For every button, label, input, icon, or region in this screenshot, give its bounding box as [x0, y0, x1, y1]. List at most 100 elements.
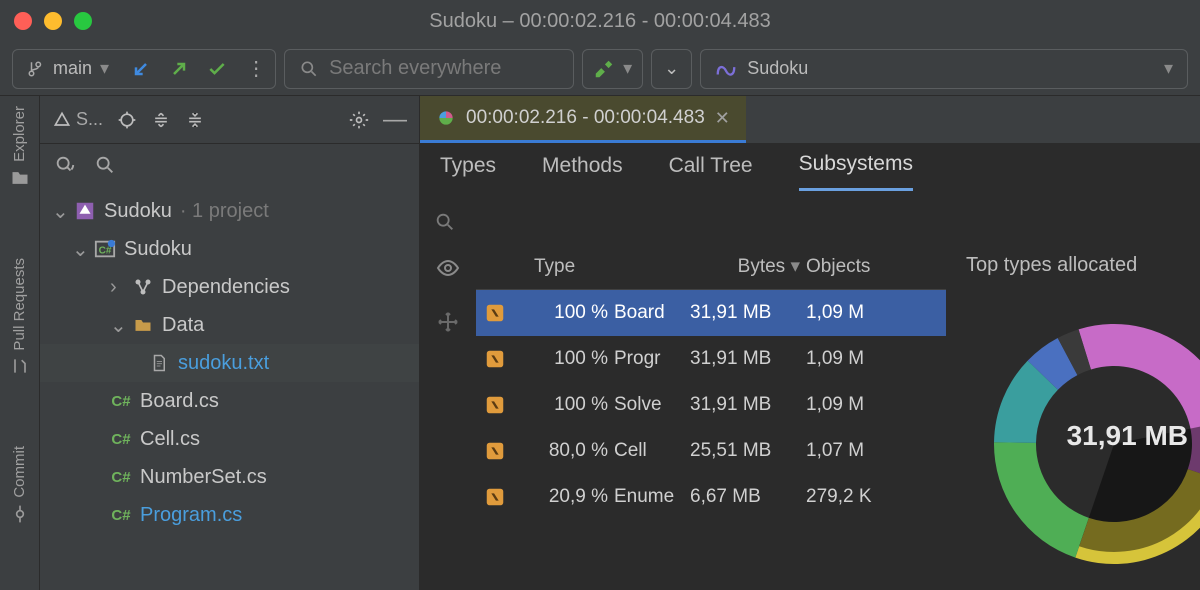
table-header: Type Bytes ▾ Objects [476, 244, 946, 290]
file-cell-cs[interactable]: C# Cell.cs [40, 420, 419, 458]
solution-name: Sudoku [104, 200, 172, 223]
vcs-more-button[interactable]: ⋮ [237, 52, 273, 86]
namespace-icon [484, 302, 528, 324]
run-group: ▾ [582, 49, 643, 89]
row-name: Progr [614, 348, 684, 370]
row-name: Solve [614, 394, 684, 416]
window-controls [14, 12, 92, 30]
file-numberset-cs[interactable]: C# NumberSet.cs [40, 458, 419, 496]
file-sudoku-txt[interactable]: sudoku.txt [40, 344, 419, 382]
rail-tab-explorer[interactable]: Explorer [11, 106, 28, 162]
file-program-cs[interactable]: C# Program.cs [40, 496, 419, 534]
search-icon[interactable] [94, 154, 116, 176]
vcs-group: main ▾ ⋮ [12, 49, 276, 89]
csharp-file-icon: C# [110, 466, 132, 488]
rail-tab-pull-requests[interactable]: Pull Requests [11, 258, 28, 351]
commit-icon [10, 504, 30, 524]
tab-call-tree[interactable]: Call Tree [669, 154, 753, 190]
eye-icon[interactable] [436, 256, 460, 280]
solution-tree: ⌄ Sudoku · 1 project ⌄ C# Sudoku › Dep [40, 186, 419, 540]
table-row[interactable]: 20,9 %Enume6,67 MB279,2 K [476, 474, 946, 520]
zoom-window-button[interactable] [74, 12, 92, 30]
sync-icon[interactable] [54, 154, 76, 176]
table-row[interactable]: 100 %Solve31,91 MB1,09 M [476, 382, 946, 428]
row-percent: 100 % [534, 348, 608, 370]
chevron-down-icon[interactable]: ▾ [623, 58, 632, 79]
solution-node[interactable]: ⌄ Sudoku · 1 project [40, 192, 419, 230]
file-label: sudoku.txt [178, 352, 269, 375]
allocation-table: Type Bytes ▾ Objects 100 %Board31,91 MB1… [476, 244, 946, 590]
row-objects: 1,09 M [806, 394, 906, 416]
svg-text:C#: C# [99, 246, 112, 257]
csharp-project-icon: C# [94, 238, 116, 260]
chevron-down-icon: ⌄ [72, 237, 86, 262]
table-row[interactable]: 100 % Progr 31,91 MB 1,09 M [476, 336, 946, 382]
tab-types[interactable]: Types [440, 154, 496, 190]
push-button[interactable] [199, 52, 235, 86]
arrow-down-left-icon [131, 59, 151, 79]
chevron-down-icon: ▾ [100, 58, 109, 79]
text-file-icon [148, 352, 170, 374]
col-bytes[interactable]: Bytes ▾ [690, 255, 800, 278]
run-config-dropdown[interactable]: Sudoku ▾ [700, 49, 1188, 89]
tab-methods[interactable]: Methods [542, 154, 623, 190]
row-bytes: 31,91 MB [690, 348, 800, 370]
col-type[interactable]: Type [534, 256, 684, 278]
row-objects: 1,09 M [806, 302, 906, 324]
row-percent: 100 % [534, 302, 608, 324]
close-window-button[interactable] [14, 12, 32, 30]
row-objects: 1,09 M [806, 348, 906, 370]
project-node[interactable]: ⌄ C# Sudoku [40, 230, 419, 268]
vertical-dots-icon: ⋮ [246, 56, 264, 81]
profiler-snapshot-tab[interactable]: 00:00:02.216 - 00:00:04.483 ✕ [420, 96, 746, 143]
branch-dropdown[interactable]: main ▾ [15, 52, 121, 86]
chevron-down-icon: ▾ [1164, 58, 1173, 79]
settings-button[interactable] [349, 110, 369, 130]
profiler-search[interactable] [420, 200, 1200, 244]
solution-view-dropdown[interactable]: S... [52, 109, 103, 130]
chevron-down-icon: ⌄ [52, 199, 66, 224]
col-objects[interactable]: Objects [806, 256, 906, 278]
table-row[interactable]: 80,0 %Cell25,51 MB1,07 M [476, 428, 946, 474]
hammer-icon[interactable] [593, 58, 615, 80]
tab-subsystems[interactable]: Subsystems [799, 152, 913, 191]
minimize-window-button[interactable] [44, 12, 62, 30]
profiler-content: Type Bytes ▾ Objects 100 %Board31,91 MB1… [420, 244, 1200, 590]
namespace-icon [484, 394, 528, 416]
row-percent: 80,0 % [534, 440, 608, 462]
data-folder-label: Data [162, 314, 204, 337]
explorer-subtoolbar [40, 144, 419, 186]
close-tab-button[interactable]: ✕ [715, 108, 730, 129]
move-icon[interactable] [436, 310, 460, 334]
dependencies-node[interactable]: › Dependencies [40, 268, 419, 306]
hide-panel-button[interactable]: — [383, 106, 407, 134]
file-board-cs[interactable]: C# Board.cs [40, 382, 419, 420]
locate-button[interactable] [117, 110, 137, 130]
profiler-body: Type Bytes ▾ Objects 100 %Board31,91 MB1… [420, 200, 1200, 590]
data-folder-node[interactable]: ⌄ Data [40, 306, 419, 344]
csharp-file-icon: C# [110, 504, 132, 526]
namespace-icon [484, 486, 528, 508]
editor-area: 00:00:02.216 - 00:00:04.483 ✕ Types Meth… [420, 96, 1200, 590]
row-bytes: 6,67 MB [690, 486, 800, 508]
gear-icon [349, 110, 369, 130]
row-name: Enume [614, 486, 684, 508]
search-everywhere[interactable]: Search everywhere [284, 49, 574, 89]
rail-tab-commit[interactable]: Commit [11, 446, 28, 498]
explorer-panel: S... — ⌄ [40, 96, 420, 590]
collapse-all-button[interactable] [185, 110, 205, 130]
row-bytes: 25,51 MB [690, 440, 800, 462]
run-more-group[interactable]: ⌄ [651, 49, 692, 89]
file-label: Cell.cs [140, 428, 200, 451]
profiler-gutter [420, 244, 476, 590]
folder-icon [10, 168, 30, 188]
editor-tabs: 00:00:02.216 - 00:00:04.483 ✕ [420, 96, 1200, 144]
donut-slice[interactable] [994, 442, 1089, 557]
solution-icon [74, 200, 96, 222]
expand-icon [151, 110, 171, 130]
main-area: Explorer Pull Requests Commit S... [0, 96, 1200, 590]
table-row[interactable]: 100 %Board31,91 MB1,09 M [476, 290, 946, 336]
expand-all-button[interactable] [151, 110, 171, 130]
commit-button[interactable] [161, 52, 197, 86]
update-project-button[interactable] [123, 52, 159, 86]
